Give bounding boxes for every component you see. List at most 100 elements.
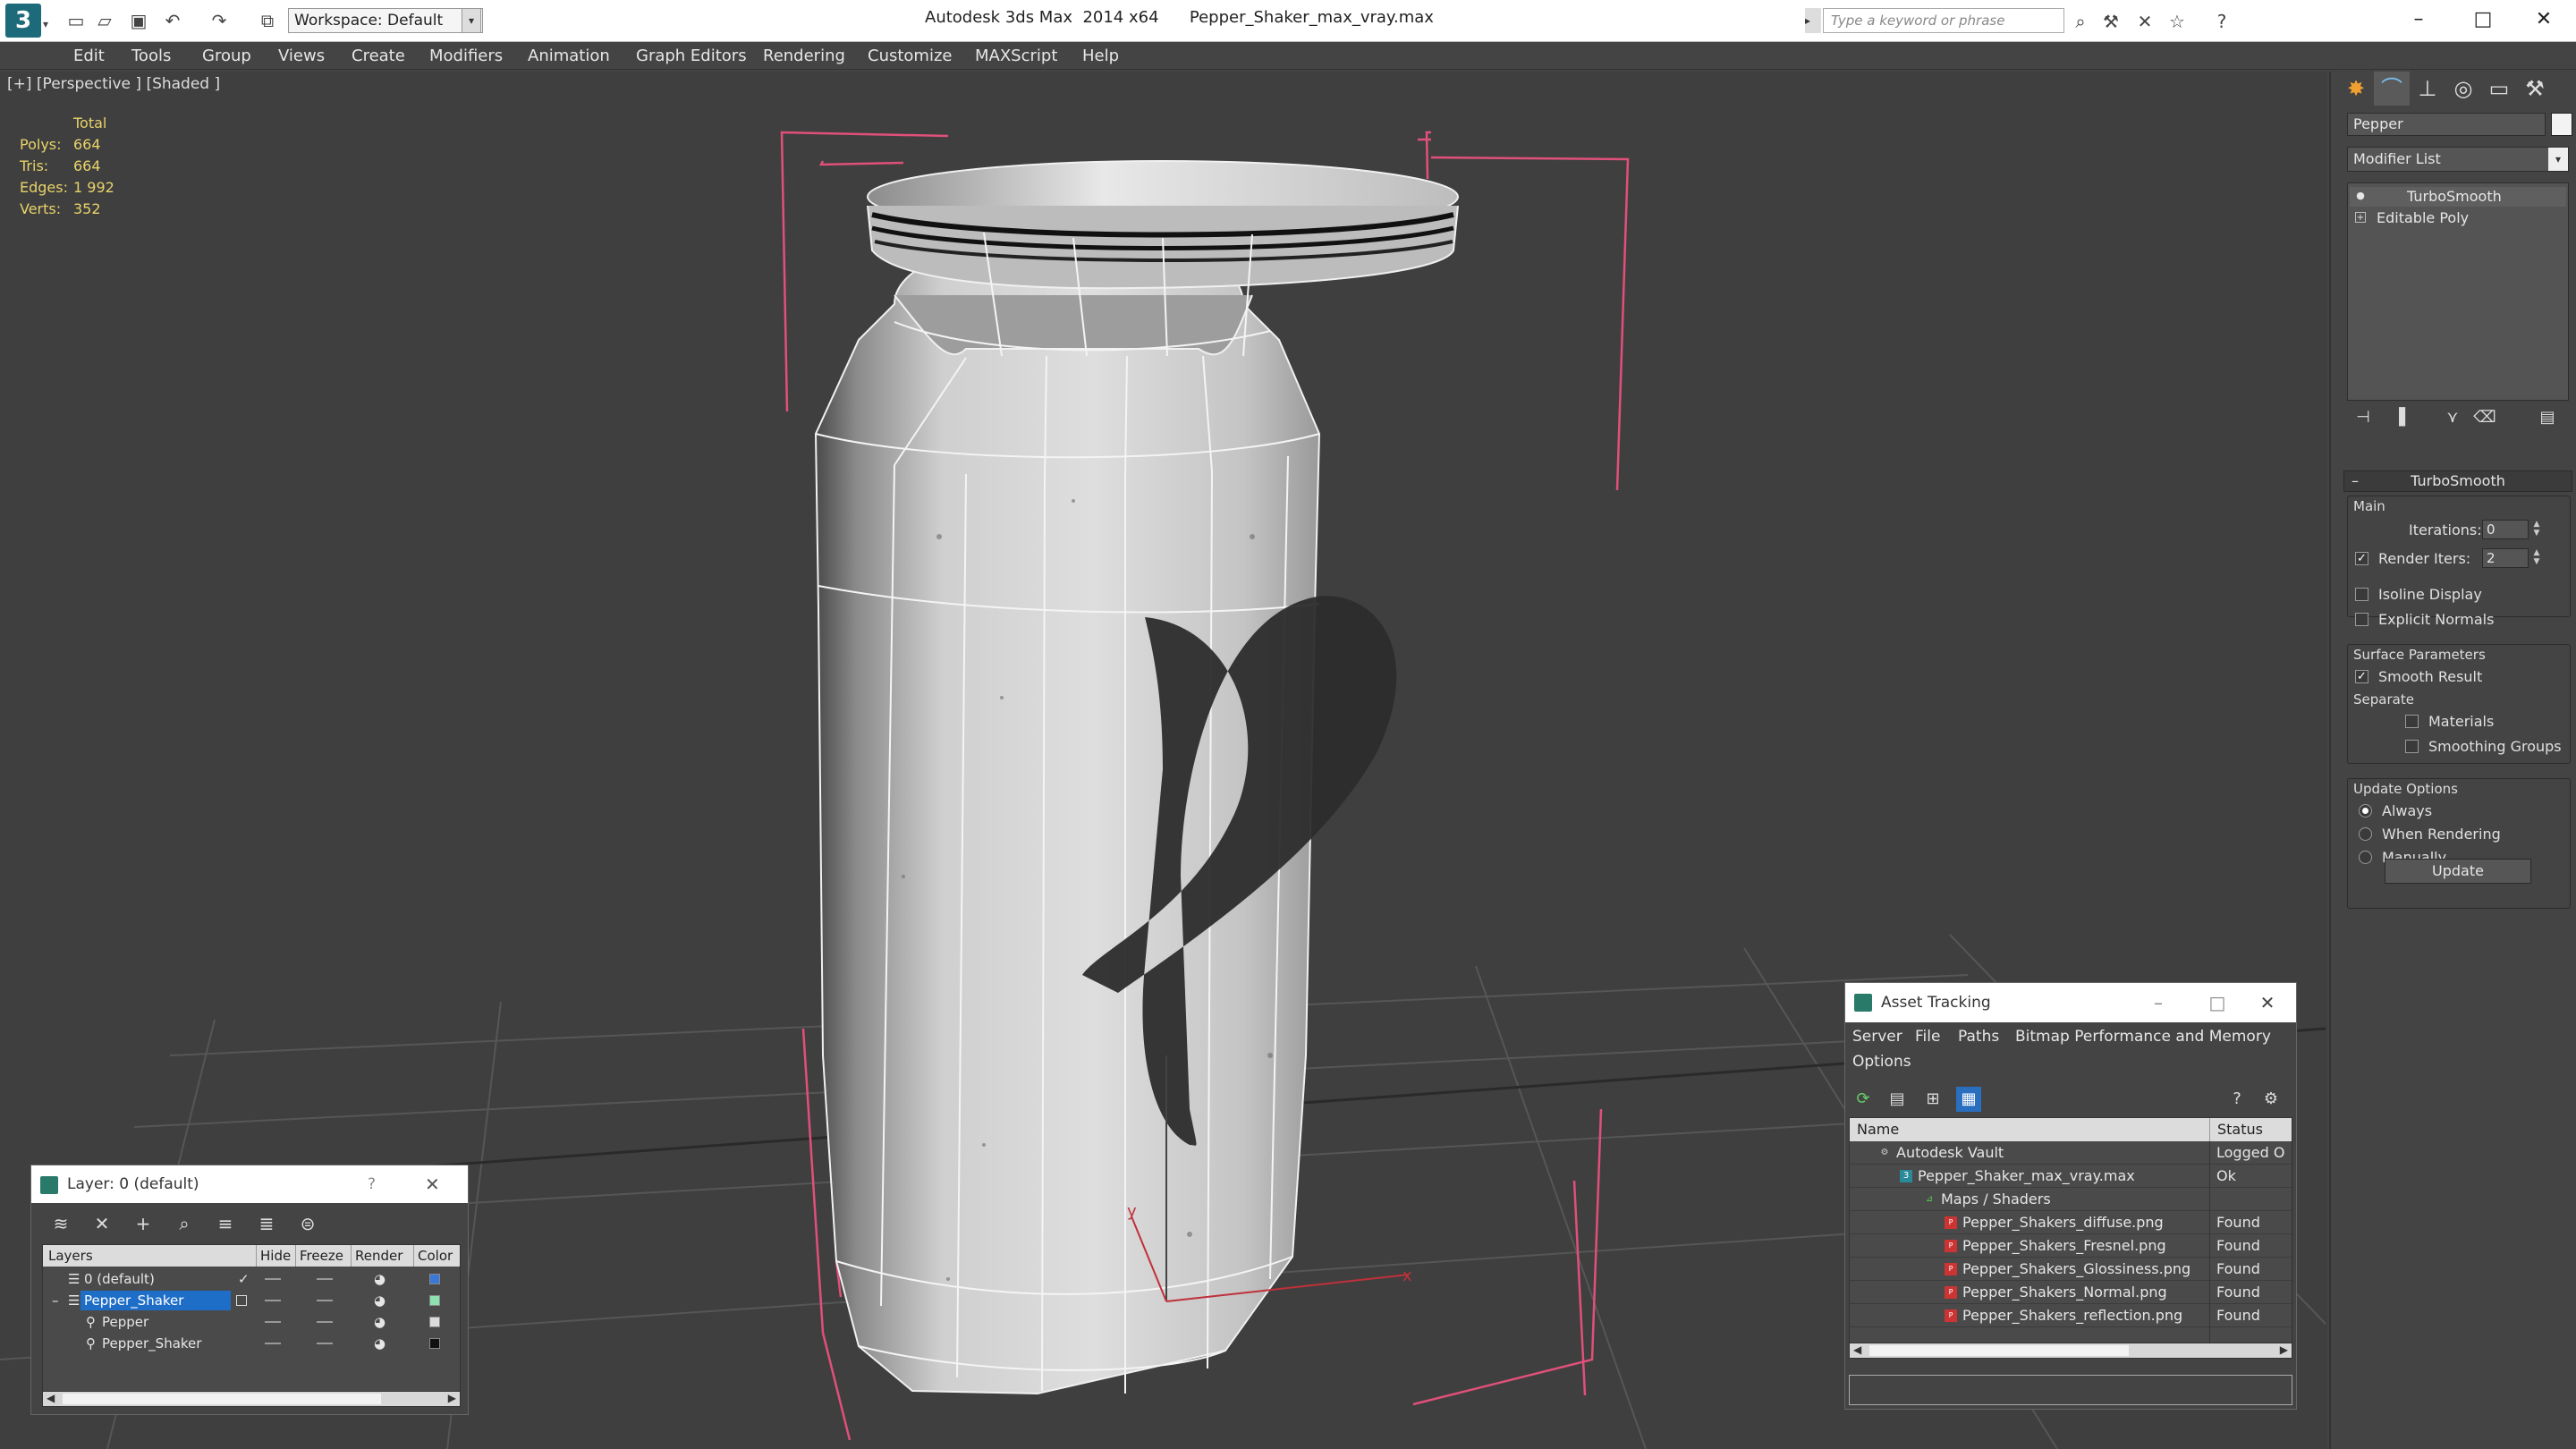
menu-group[interactable]: Group [202, 43, 251, 70]
freeze-toggle[interactable] [317, 1321, 333, 1323]
utilities-tab-icon[interactable]: ⚒ [2517, 72, 2553, 106]
render-teapot-icon[interactable]: ◕ [374, 1268, 386, 1290]
scrollbar-thumb[interactable] [63, 1394, 381, 1404]
viewport-label[interactable]: [+] [Perspective ] [Shaded ] [7, 75, 220, 93]
asset-row[interactable]: 3 Pepper_Shaker_max_vray.max Ok [1850, 1165, 2292, 1188]
minimize-button[interactable]: – [2139, 983, 2178, 1022]
isoline-display-checkbox[interactable] [2355, 588, 2368, 601]
spinner-arrows-icon[interactable]: ▲ ▼ [2530, 548, 2543, 568]
communication-icon[interactable]: ✕ [2132, 9, 2157, 34]
layer-color-swatch[interactable] [429, 1295, 440, 1306]
help-icon[interactable]: ? [2224, 1087, 2250, 1112]
layer-color-swatch[interactable] [429, 1274, 440, 1284]
asset-row[interactable]: P Pepper_Shakers_reflection.png Found [1850, 1304, 2292, 1327]
menu-graph-editors[interactable]: Graph Editors [636, 43, 747, 70]
layer-color-swatch[interactable] [429, 1338, 440, 1349]
hierarchy-tab-icon[interactable]: ⊥ [2410, 72, 2445, 106]
column-freeze[interactable]: Freeze [295, 1245, 343, 1267]
freeze-toggle[interactable] [317, 1278, 333, 1280]
maximize-button[interactable]: □ [2198, 983, 2237, 1022]
menu-options[interactable]: Options [1852, 1053, 1911, 1071]
update-button[interactable]: Update [2385, 859, 2531, 884]
binoculars-icon[interactable]: ⌕ [2068, 9, 2093, 34]
modifier-stack[interactable]: ● TurboSmooth + Editable Poly [2347, 182, 2569, 401]
make-unique-icon[interactable]: ⋎ [2436, 404, 2469, 431]
menu-customize[interactable]: Customize [868, 43, 952, 70]
menu-animation[interactable]: Animation [528, 43, 610, 70]
menu-bitmap-performance[interactable]: Bitmap Performance and Memory [2015, 1028, 2271, 1046]
layer-explorer-titlebar[interactable]: Layer: 0 (default) ? ✕ [31, 1165, 468, 1203]
render-teapot-icon[interactable]: ◕ [374, 1311, 386, 1333]
layer-row[interactable]: ⚲ Pepper_Shaker ◕ [43, 1333, 460, 1354]
manually-radio[interactable] [2359, 851, 2372, 864]
turbosmooth-rollout-header[interactable]: – TurboSmooth [2343, 470, 2572, 492]
menu-create[interactable]: Create [352, 43, 405, 70]
scrollbar-thumb[interactable] [1869, 1345, 2129, 1356]
smoothing-groups-checkbox[interactable] [2405, 740, 2419, 753]
app-logo-icon[interactable]: 3 [5, 4, 41, 38]
object-name-field[interactable]: Pepper [2347, 113, 2546, 136]
subscription-icon[interactable]: ⚒ [2098, 9, 2123, 34]
smooth-result-checkbox[interactable]: ✓ [2355, 670, 2368, 683]
explicit-normals-checkbox[interactable] [2355, 613, 2368, 626]
asset-path-field[interactable] [1849, 1375, 2292, 1405]
freeze-toggle[interactable] [317, 1300, 333, 1301]
menu-rendering[interactable]: Rendering [763, 43, 845, 70]
close-button[interactable]: ✕ [2512, 0, 2576, 39]
collapse-icon[interactable]: – [52, 1290, 59, 1311]
hide-toggle[interactable] [265, 1278, 281, 1280]
help-icon[interactable]: ? [368, 1165, 376, 1203]
search-input[interactable]: Type a keyword or phrase [1823, 8, 2064, 33]
render-teapot-icon[interactable]: ◕ [374, 1333, 386, 1354]
show-end-result-icon[interactable]: ▐ [2383, 404, 2415, 431]
menu-help[interactable]: Help [1082, 43, 1119, 70]
object-color-swatch[interactable] [2551, 113, 2572, 136]
hide-toggle[interactable] [265, 1343, 281, 1344]
asset-horizontal-scrollbar[interactable]: ◀ ▶ [1849, 1343, 2292, 1359]
menu-file[interactable]: File [1915, 1028, 1940, 1046]
select-layer-icon[interactable]: ≡ [212, 1210, 239, 1237]
list-view-icon[interactable]: ▤ [1885, 1087, 1910, 1112]
render-teapot-icon[interactable]: ◕ [374, 1290, 386, 1311]
iterations-spinner[interactable]: 0 [2482, 520, 2529, 539]
spinner-arrows-icon[interactable]: ▲ ▼ [2530, 520, 2543, 539]
workspace-arrow-button[interactable]: ▾ [462, 8, 481, 33]
asset-row[interactable]: P Pepper_Shakers_diffuse.png Found [1850, 1211, 2292, 1234]
new-file-icon[interactable]: ▭ [64, 9, 88, 32]
column-color[interactable]: Color [413, 1245, 453, 1267]
lightbulb-icon[interactable]: ● [2355, 191, 2366, 201]
minimize-button[interactable]: – [2386, 0, 2451, 39]
layer-color-swatch[interactable] [429, 1317, 440, 1327]
modifier-list-dropdown[interactable]: Modifier List ▾ [2347, 147, 2569, 172]
column-name[interactable]: Name [1857, 1118, 1899, 1141]
tree-view-icon[interactable]: ⊞ [1920, 1087, 1945, 1112]
expand-plus-icon[interactable]: + [2355, 212, 2366, 223]
scroll-left-icon[interactable]: ◀ [47, 1392, 55, 1404]
stack-item-editable-poly[interactable]: + Editable Poly [2350, 208, 2566, 228]
app-menu-arrow-icon[interactable]: ▾ [43, 18, 48, 30]
motion-tab-icon[interactable]: ◎ [2445, 72, 2481, 106]
layer-row[interactable]: ☰ 0 (default) ✓ ◕ [43, 1268, 460, 1290]
current-layer-check-icon[interactable]: ✓ [238, 1268, 250, 1290]
asset-row[interactable]: ⚙ Autodesk Vault Logged O [1850, 1141, 2292, 1165]
menu-server[interactable]: Server [1852, 1028, 1902, 1046]
favorites-star-icon[interactable]: ☆ [2165, 9, 2190, 34]
menu-tools[interactable]: Tools [131, 43, 171, 70]
undo-icon[interactable]: ↶ [161, 9, 184, 32]
layer-horizontal-scrollbar[interactable]: ◀ ▶ [42, 1391, 461, 1407]
select-objects-icon[interactable]: ⌕ [171, 1210, 198, 1237]
hide-toggle[interactable] [265, 1321, 281, 1323]
pin-stack-icon[interactable]: ⊣ [2347, 404, 2379, 431]
scroll-left-icon[interactable]: ◀ [1853, 1343, 1861, 1356]
vault-settings-icon[interactable]: ⚙ [2258, 1087, 2284, 1112]
save-icon[interactable]: ▣ [127, 9, 150, 32]
menu-maxscript[interactable]: MAXScript [975, 43, 1057, 70]
render-iters-spinner[interactable]: 2 [2482, 548, 2529, 568]
asset-row[interactable]: P Pepper_Shakers_Normal.png Found [1850, 1281, 2292, 1304]
hide-toggle[interactable] [265, 1300, 281, 1301]
refresh-icon[interactable]: ⟳ [1851, 1087, 1876, 1112]
always-radio[interactable] [2359, 804, 2372, 818]
scroll-right-icon[interactable]: ▶ [2280, 1343, 2288, 1356]
menu-edit[interactable]: Edit [73, 43, 105, 70]
create-layer-icon[interactable]: ≋ [47, 1210, 74, 1237]
